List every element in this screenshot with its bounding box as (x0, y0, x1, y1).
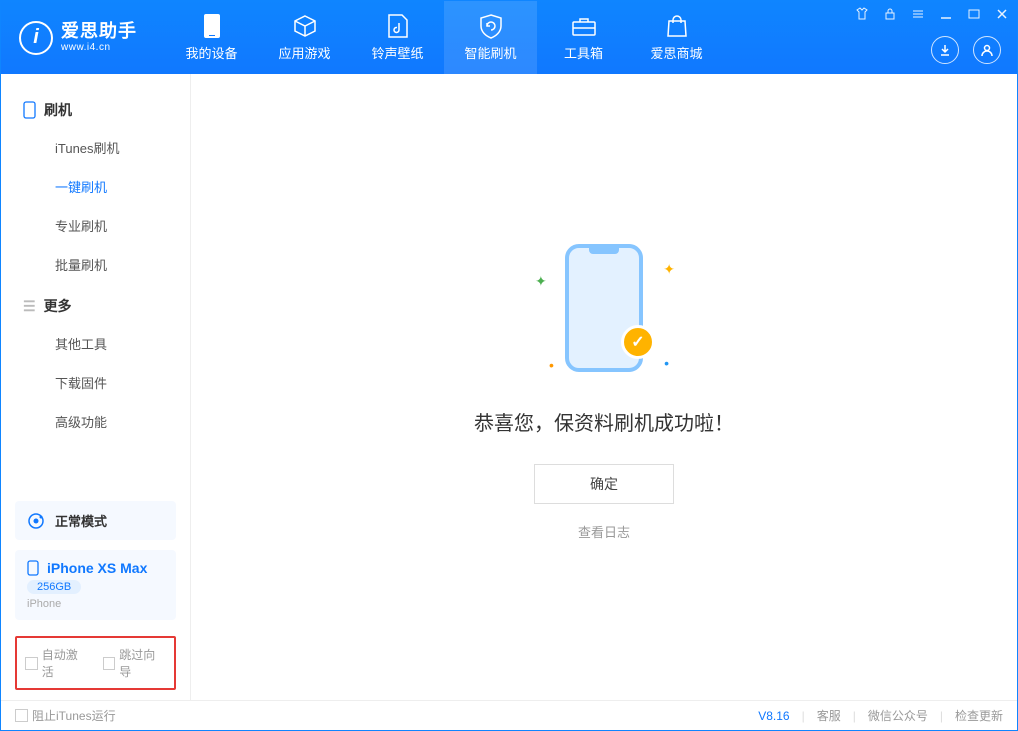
checkbox-skip-wizard[interactable]: 跳过向导 (103, 646, 167, 680)
phone-icon (199, 13, 225, 39)
nav-label: 我的设备 (185, 43, 237, 62)
sidebar: 刷机 iTunes刷机 一键刷机 专业刷机 批量刷机 ☰ 更多 其他工具 下载固… (1, 74, 191, 700)
main-nav: 我的设备 应用游戏 铃声壁纸 智能刷机 工具箱 爱思商城 (165, 1, 723, 74)
nav-store[interactable]: 爱思商城 (630, 1, 723, 74)
minimize-icon[interactable] (939, 7, 953, 21)
device-card[interactable]: iPhone XS Max 256GB iPhone (15, 550, 176, 620)
music-file-icon (385, 13, 411, 39)
ok-button[interactable]: 确定 (534, 464, 674, 504)
logo: i 爱思助手 www.i4.cn (1, 21, 155, 55)
sidebar-item-pro-flash[interactable]: 专业刷机 (23, 206, 190, 245)
download-button[interactable] (931, 36, 959, 64)
view-log-link[interactable]: 查看日志 (578, 522, 630, 541)
separator: | (940, 709, 943, 723)
logo-icon: i (19, 21, 53, 55)
sidebar-item-oneclick-flash[interactable]: 一键刷机 (23, 167, 190, 206)
phone-outline-icon (23, 101, 36, 119)
window-controls (855, 7, 1009, 21)
sidebar-item-other-tools[interactable]: 其他工具 (23, 324, 190, 363)
main-content: ✦ ✦ • • ✓ 恭喜您，保资料刷机成功啦！ 确定 查看日志 (191, 74, 1017, 700)
wechat-link[interactable]: 微信公众号 (868, 707, 928, 724)
bag-icon (664, 13, 690, 39)
checkbox-label: 自动激活 (42, 646, 89, 680)
shirt-icon[interactable] (855, 7, 869, 21)
list-icon: ☰ (23, 298, 36, 315)
sidebar-item-itunes-flash[interactable]: iTunes刷机 (23, 128, 190, 167)
mode-icon (27, 512, 45, 530)
checkbox-block-itunes[interactable]: 阻止iTunes运行 (15, 707, 116, 724)
nav-apps[interactable]: 应用游戏 (258, 1, 351, 74)
nav-flash[interactable]: 智能刷机 (444, 1, 537, 74)
section-title: 更多 (44, 296, 72, 316)
sparkle-icon: • (549, 357, 554, 373)
separator: | (853, 709, 856, 723)
checkbox-label: 跳过向导 (119, 646, 166, 680)
logo-text: 爱思助手 www.i4.cn (61, 22, 137, 53)
user-button[interactable] (973, 36, 1001, 64)
checkbox-box-icon (25, 657, 38, 670)
sidebar-section-more: ☰ 更多 其他工具 下载固件 高级功能 (1, 288, 190, 441)
version-label: V8.16 (758, 709, 789, 723)
device-phone-icon (27, 560, 39, 576)
mode-label: 正常模式 (55, 511, 107, 530)
storage-badge: 256GB (27, 580, 81, 594)
device-area: 正常模式 iPhone XS Max 256GB iPhone (1, 491, 190, 630)
maximize-icon[interactable] (967, 7, 981, 21)
support-link[interactable]: 客服 (817, 707, 841, 724)
cube-icon (292, 13, 318, 39)
lock-icon[interactable] (883, 7, 897, 21)
sidebar-item-download-firmware[interactable]: 下载固件 (23, 363, 190, 402)
sparkle-icon: ✦ (535, 273, 547, 290)
check-update-link[interactable]: 检查更新 (955, 707, 1003, 724)
mode-card[interactable]: 正常模式 (15, 501, 176, 540)
footer: 阻止iTunes运行 V8.16 | 客服 | 微信公众号 | 检查更新 (1, 700, 1017, 730)
flash-options-highlight: 自动激活 跳过向导 (15, 636, 176, 690)
success-illustration: ✦ ✦ • • ✓ (529, 233, 679, 383)
checkbox-box-icon (15, 709, 28, 722)
checkbox-box-icon (103, 657, 116, 670)
nav-label: 智能刷机 (464, 43, 516, 62)
success-title: 恭喜您，保资料刷机成功啦！ (474, 407, 734, 436)
device-type: iPhone (27, 598, 164, 610)
shield-refresh-icon (478, 13, 504, 39)
sidebar-item-advanced[interactable]: 高级功能 (23, 402, 190, 441)
section-title: 刷机 (44, 100, 72, 120)
nav-label: 应用游戏 (278, 43, 330, 62)
app-name-cn: 爱思助手 (61, 22, 137, 42)
close-icon[interactable] (995, 7, 1009, 21)
toolbox-icon (571, 13, 597, 39)
check-badge-icon: ✓ (621, 325, 655, 359)
checkbox-auto-activate[interactable]: 自动激活 (25, 646, 89, 680)
nav-toolbox[interactable]: 工具箱 (537, 1, 630, 74)
sidebar-section-flash: 刷机 iTunes刷机 一键刷机 专业刷机 批量刷机 (1, 92, 190, 284)
nav-label: 爱思商城 (650, 43, 702, 62)
sidebar-header-more: ☰ 更多 (23, 288, 190, 324)
nav-label: 工具箱 (564, 43, 603, 62)
nav-my-device[interactable]: 我的设备 (165, 1, 258, 74)
titlebar: i 爱思助手 www.i4.cn 我的设备 应用游戏 铃声壁纸 智能刷机 (1, 1, 1017, 74)
checkbox-label: 阻止iTunes运行 (32, 707, 116, 724)
device-name-label: iPhone XS Max (47, 560, 147, 576)
sparkle-icon: • (664, 355, 669, 371)
body: 刷机 iTunes刷机 一键刷机 专业刷机 批量刷机 ☰ 更多 其他工具 下载固… (1, 74, 1017, 700)
app-name-en: www.i4.cn (61, 42, 137, 53)
sidebar-header-flash: 刷机 (23, 92, 190, 128)
sidebar-item-batch-flash[interactable]: 批量刷机 (23, 245, 190, 284)
menu-icon[interactable] (911, 7, 925, 21)
nav-label: 铃声壁纸 (371, 43, 423, 62)
app-window: i 爱思助手 www.i4.cn 我的设备 应用游戏 铃声壁纸 智能刷机 (0, 0, 1018, 731)
nav-ringtones[interactable]: 铃声壁纸 (351, 1, 444, 74)
separator: | (802, 709, 805, 723)
sparkle-icon: ✦ (663, 261, 675, 278)
header-actions (931, 36, 1001, 64)
